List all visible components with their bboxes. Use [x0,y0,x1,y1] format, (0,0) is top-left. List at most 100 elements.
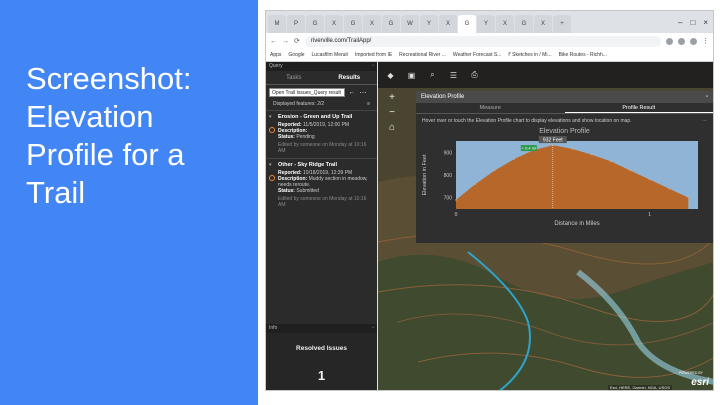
browser-tab[interactable]: M [268,15,286,33]
status-value: Pending [296,134,315,140]
more-icon[interactable]: ⋯ [702,118,707,124]
bookmark-item[interactable]: Apps [270,52,281,58]
forward-icon[interactable]: → [282,38,289,45]
back-arrow-icon[interactable]: ← [348,89,356,96]
slide-left-panel: Screenshot: Elevation Profile for a Trai… [0,0,258,405]
chart-title: Elevation Profile [539,128,590,135]
reload-icon[interactable]: ⟳ [294,37,300,45]
bookmark-item[interactable]: Recreational River ... [399,52,446,58]
layers-icon[interactable]: ◆ [381,65,400,85]
collapse-icon[interactable]: ▫ [372,325,374,332]
esri-logo: esri [691,377,709,388]
browser-tab[interactable]: X [363,15,381,33]
elevation-hint: Hover over or touch the Elevation Profil… [422,118,632,124]
collapse-icon[interactable]: ▫ [706,94,708,100]
browser-tab[interactable]: G [306,15,324,33]
maximize-button[interactable]: □ [690,18,695,27]
extension-icon[interactable] [678,37,685,45]
query-panel-title: Query [269,63,283,69]
zoom-in-icon[interactable]: + [389,92,395,103]
x-tick-label: 1 [648,212,651,218]
url-field[interactable]: riverville.com/TrailApp/ [304,35,661,47]
status-label: Status: [278,188,295,194]
caret-down-icon[interactable]: ▾ [269,114,272,120]
minimize-button[interactable]: – [678,18,682,27]
trail-app: Query ▫ Tasks Results Open Trail Issues_… [266,62,713,390]
elevation-point [610,160,612,163]
browser-tab[interactable]: P [287,15,305,33]
print-icon[interactable]: ⎙ [465,65,484,85]
y-tick-label: 900 [444,150,453,156]
browser-tab[interactable]: X [325,15,343,33]
bookmark-item[interactable]: Lucasfilm Meruit [312,52,348,58]
browser-tab-active[interactable]: G [458,15,476,33]
browser-tab[interactable]: X [496,15,514,33]
query-panel: Query ▫ Tasks Results Open Trail Issues_… [266,62,378,390]
back-icon[interactable]: ← [270,38,277,45]
browser-tab[interactable]: G [344,15,362,33]
bookmark-item[interactable]: Bike Routes - Richh... [559,52,607,58]
reported-value: 11/5/2019, 12:00 PM [303,122,350,128]
bookmark-item[interactable]: f' Sketches in / Mi... [508,52,551,58]
elevation-chart[interactable]: 900 800 700 0 1 Distance in Miles Elevation in… [416,135,713,227]
bookmark-item[interactable]: Imported from IE [355,52,392,58]
tab-profile-result[interactable]: Profile Result [564,103,713,113]
result-edit-meta: Edited by someone on Monday at 10:16 AM [278,142,367,154]
browser-tab[interactable]: G [382,15,400,33]
browser-tab[interactable]: X [439,15,457,33]
tab-results[interactable]: Results [322,71,378,84]
bookmark-item[interactable]: Google [288,52,304,58]
result-item[interactable]: ▾ Erosion - Green and Up Trail Reported:… [266,110,377,158]
elevation-panel-header: Elevation Profile ▫ [416,91,713,103]
more-icon[interactable]: ⋯ [359,89,367,97]
status-value: Submitted [296,188,319,194]
zoom-controls: + − ⌂ [382,92,402,133]
result-select[interactable]: Open Trail Issues_Query result [269,88,345,97]
caret-down-icon[interactable]: ▾ [269,162,272,168]
query-icon[interactable]: ⌕ [423,65,442,85]
map-view[interactable]: ◆ ▣ ⌕ ☰ ⎙ + − ⌂ Elevation Profile ▫ Meas… [378,62,713,390]
home-icon[interactable]: ⌂ [389,122,395,133]
extension-icon[interactable] [666,37,673,45]
result-edit-meta: Edited by someone on Monday at 10:16 AM [278,196,367,208]
browser-tab[interactable]: Y [477,15,495,33]
browser-tabbar: M P G X G X G W Y X G Y X G X + – □ × [266,11,713,33]
browser-tab[interactable]: G [515,15,533,33]
extension-icon[interactable] [690,37,697,45]
info-panel-header: Info ▫ [266,324,377,333]
map-credit: Esri, HERE, Garmin, NGA, USGS [608,385,673,390]
x-axis-label: Distance in Miles [554,221,599,227]
new-tab-button[interactable]: + [553,15,571,33]
zoom-out-icon[interactable]: − [389,107,395,118]
result-item[interactable]: ▾ Other - Sky Ridge Trail Reported: 10/1… [266,158,377,212]
basemap-icon[interactable]: ▣ [402,65,421,85]
peak-label: 932 Feet [543,138,563,144]
bookmark-item[interactable]: Weather Forecast S... [453,52,502,58]
elevation-hint-row: Hover over or touch the Elevation Profil… [416,114,713,128]
browser-tab[interactable]: W [401,15,419,33]
elevation-point [648,178,651,181]
elevation-point [493,169,496,172]
location-pin-icon [269,175,275,181]
tab-tasks[interactable]: Tasks [266,71,322,84]
browser-tab[interactable]: Y [420,15,438,33]
resolved-issues-count: 1 [317,368,326,383]
elevation-point [513,158,515,160]
elevation-point [590,153,593,156]
feature-count-row: Displayed features: 2/2 ≡ [266,100,377,110]
legend-icon[interactable]: ☰ [444,65,463,85]
info-panel-title: Info [269,325,278,331]
location-pin-icon [269,127,275,133]
tab-measure[interactable]: Measure [416,103,565,113]
elevation-point [629,169,632,172]
address-bar: ← → ⟳ riverville.com/TrailApp/ ⋮ [266,33,713,49]
elevation-point [571,148,573,150]
slide-title: Screenshot: Elevation Profile for a Trai… [26,61,192,210]
menu-icon[interactable]: ⋮ [702,37,709,45]
browser-tab[interactable]: X [534,15,552,33]
collapse-icon[interactable]: ▫ [372,63,374,70]
y-axis-label: Elevation in Feet [422,154,428,195]
list-icon[interactable]: ≡ [367,101,370,107]
query-panel-header: Query ▫ [266,62,377,71]
close-window-button[interactable]: × [703,18,708,27]
